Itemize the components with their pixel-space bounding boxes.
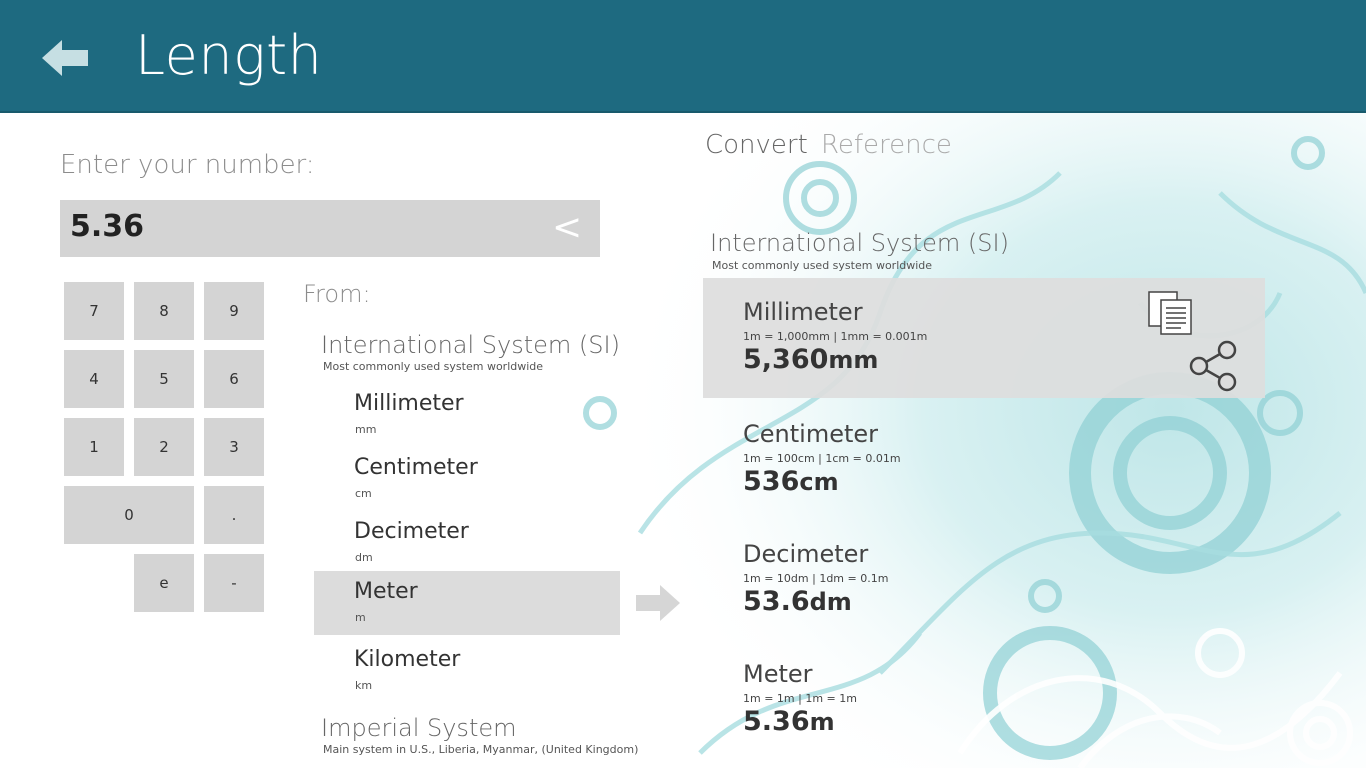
result-decimeter[interactable]: Decimeter 1m = 10dm | 1dm = 0.1m 53.6dm: [703, 520, 1265, 640]
app-header: Length: [0, 0, 1366, 113]
tab-reference[interactable]: Reference: [821, 130, 952, 160]
from-unit-kilometer[interactable]: Kilometer km: [314, 643, 620, 706]
unit-name: Meter: [354, 579, 418, 604]
key-5[interactable]: 5: [134, 350, 194, 408]
unit-abbr: km: [355, 679, 373, 692]
result-unit: mm: [828, 346, 879, 374]
share-button[interactable]: [1187, 340, 1241, 392]
result-number: 5.36: [743, 706, 810, 737]
result-definition: 1m = 100cm | 1cm = 0.01m: [743, 452, 901, 465]
result-value: 5,360mm: [743, 344, 878, 375]
copy-icon: [1148, 291, 1192, 335]
tab-convert[interactable]: Convert: [705, 130, 808, 160]
from-unit-decimeter[interactable]: Decimeter dm: [314, 515, 620, 578]
result-unit: dm: [809, 588, 852, 616]
unit-name: Decimeter: [354, 519, 469, 544]
result-number: 5,360: [743, 344, 829, 375]
from-group-title-si: International System (SI): [321, 331, 620, 359]
number-input[interactable]: 5.36 <: [60, 200, 600, 257]
result-value: 536cm: [743, 466, 839, 497]
key-7[interactable]: 7: [64, 282, 124, 340]
result-definition: 1m = 1,000mm | 1mm = 0.001m: [743, 330, 928, 343]
key-8[interactable]: 8: [134, 282, 194, 340]
result-meter[interactable]: Meter 1m = 1m | 1m = 1m 5.36m: [703, 640, 1265, 760]
unit-abbr: m: [355, 611, 366, 624]
from-group-subtitle-si: Most commonly used system worldwide: [323, 360, 544, 373]
key-minus[interactable]: -: [204, 554, 264, 612]
result-value: 5.36m: [743, 706, 835, 737]
backspace-button[interactable]: <: [552, 206, 582, 250]
from-unit-centimeter[interactable]: Centimeter cm: [314, 451, 620, 514]
key-2[interactable]: 2: [134, 418, 194, 476]
number-value: 5.36: [70, 209, 145, 244]
key-exponent[interactable]: e: [134, 554, 194, 612]
from-group-title-imperial: Imperial System: [321, 714, 517, 742]
unit-name: Kilometer: [354, 647, 461, 672]
from-group-subtitle-imperial: Main system in U.S., Liberia, Myanmar, (…: [323, 743, 639, 756]
result-definition: 1m = 10dm | 1dm = 0.1m: [743, 572, 889, 585]
unit-abbr: cm: [355, 487, 372, 500]
result-value: 53.6dm: [743, 586, 852, 617]
key-decimal[interactable]: .: [204, 486, 264, 544]
copy-button[interactable]: [1147, 288, 1195, 336]
key-9[interactable]: 9: [204, 282, 264, 340]
result-number: 53.6: [743, 586, 810, 617]
unit-abbr: dm: [355, 551, 373, 564]
from-unit-meter[interactable]: Meter m: [314, 571, 620, 635]
result-definition: 1m = 1m | 1m = 1m: [743, 692, 857, 705]
result-millimeter[interactable]: Millimeter 1m = 1,000mm | 1mm = 0.001m 5…: [703, 278, 1265, 398]
result-unit: cm: [799, 468, 839, 496]
result-name: Decimeter: [743, 540, 869, 568]
results-group-title: International System (SI): [710, 229, 1009, 257]
unit-name: Centimeter: [354, 455, 478, 480]
key-6[interactable]: 6: [204, 350, 264, 408]
arrow-right-icon: [636, 585, 682, 621]
back-arrow-icon: [42, 40, 88, 76]
unit-abbr: mm: [355, 423, 377, 436]
from-label: From:: [303, 280, 371, 308]
results-group-subtitle: Most commonly used system worldwide: [712, 259, 933, 272]
result-name: Millimeter: [743, 298, 863, 326]
share-icon: [1189, 340, 1237, 392]
key-0[interactable]: 0: [64, 486, 194, 544]
result-name: Meter: [743, 660, 813, 688]
key-1[interactable]: 1: [64, 418, 124, 476]
unit-name: Millimeter: [354, 391, 464, 416]
from-unit-millimeter[interactable]: Millimeter mm: [314, 387, 620, 450]
key-3[interactable]: 3: [204, 418, 264, 476]
result-number: 536: [743, 466, 800, 497]
key-4[interactable]: 4: [64, 350, 124, 408]
result-name: Centimeter: [743, 420, 878, 448]
result-unit: m: [809, 708, 835, 736]
enter-number-label: Enter your number:: [60, 150, 315, 180]
page-title: Length: [135, 24, 323, 87]
back-button[interactable]: [38, 36, 94, 80]
result-centimeter[interactable]: Centimeter 1m = 100cm | 1cm = 0.01m 536c…: [703, 400, 1265, 520]
